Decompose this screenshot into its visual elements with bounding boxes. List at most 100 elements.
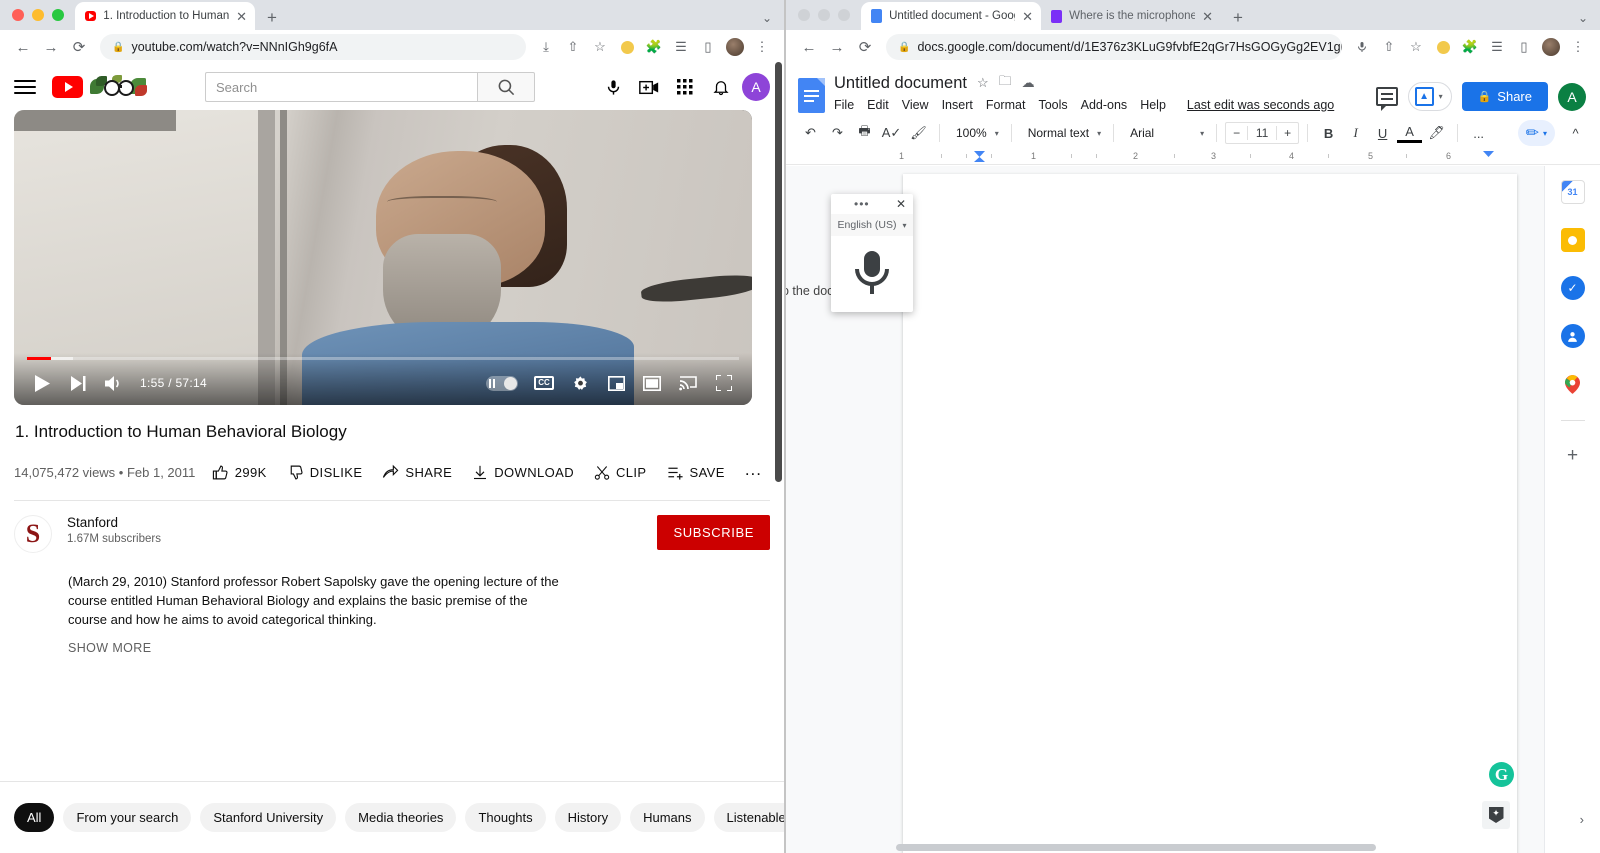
text-color-button[interactable]: A bbox=[1397, 123, 1423, 143]
font-size-increase[interactable]: + bbox=[1277, 126, 1298, 140]
google-tasks-icon[interactable]: ✓ bbox=[1560, 276, 1585, 300]
avatar[interactable]: A bbox=[742, 73, 770, 101]
channel-name[interactable]: Stanford bbox=[67, 515, 161, 530]
tab-close-icon[interactable]: ✕ bbox=[236, 10, 247, 23]
zoom-select[interactable]: 100% ▾ bbox=[948, 121, 1003, 145]
chip-media-theories[interactable]: Media theories bbox=[345, 803, 457, 832]
chip-thoughts[interactable]: Thoughts bbox=[465, 803, 546, 832]
maximize-window-button[interactable] bbox=[838, 9, 850, 21]
docs-window-traffic-lights[interactable] bbox=[786, 9, 861, 30]
chip-listenable[interactable]: Listenable bbox=[713, 803, 784, 832]
profile-avatar-icon[interactable] bbox=[1539, 35, 1563, 59]
move-to-folder-icon[interactable]: 🗀 bbox=[999, 72, 1012, 94]
tab-list-chevron-down-icon[interactable]: ⌄ bbox=[762, 11, 772, 25]
menu-addons[interactable]: Add-ons bbox=[1081, 98, 1128, 112]
share-button[interactable]: 🔒 Share bbox=[1461, 82, 1548, 111]
tab-close-icon[interactable]: ✕ bbox=[1022, 10, 1033, 23]
reading-list-icon[interactable]: ☰ bbox=[1485, 35, 1509, 59]
document-page[interactable] bbox=[903, 174, 1517, 853]
left-indent-marker[interactable] bbox=[974, 151, 985, 157]
first-line-indent-marker[interactable] bbox=[974, 157, 985, 162]
bookmark-star-icon[interactable]: ☆ bbox=[1404, 35, 1428, 59]
google-keep-icon[interactable] bbox=[1560, 228, 1585, 252]
extensions-puzzle-icon[interactable]: 🧩 bbox=[642, 35, 666, 59]
theater-mode-icon[interactable] bbox=[634, 365, 670, 401]
present-button[interactable]: ▲ ▾ bbox=[1407, 82, 1452, 111]
chip-humans[interactable]: Humans bbox=[630, 803, 705, 832]
volume-button[interactable] bbox=[96, 365, 132, 401]
install-icon[interactable]: ⤓ bbox=[534, 35, 558, 59]
youtube-vertical-scrollbar[interactable] bbox=[775, 62, 782, 482]
add-on-plus-icon[interactable]: + bbox=[1567, 445, 1578, 467]
extension-honey-icon[interactable] bbox=[615, 35, 639, 59]
back-button[interactable]: ← bbox=[10, 34, 36, 60]
voice-typing-popup[interactable]: ••• ✕ English (US) ▾ bbox=[831, 194, 913, 312]
more-actions-button[interactable]: ... bbox=[737, 454, 770, 490]
font-size-value[interactable]: 11 bbox=[1247, 126, 1278, 140]
share-button[interactable]: SHARE bbox=[374, 458, 460, 487]
cast-icon[interactable] bbox=[670, 365, 706, 401]
search-box[interactable] bbox=[205, 72, 535, 102]
side-panel-icon[interactable]: ▯ bbox=[1512, 35, 1536, 59]
youtube-apps-icon[interactable] bbox=[670, 72, 700, 102]
extension-honey-icon[interactable] bbox=[1431, 35, 1455, 59]
window-traffic-lights[interactable] bbox=[0, 9, 75, 30]
back-button[interactable]: ← bbox=[796, 34, 822, 60]
gear-icon[interactable] bbox=[562, 365, 598, 401]
dislike-button[interactable]: DISLIKE bbox=[279, 458, 371, 487]
minimize-window-button[interactable] bbox=[32, 9, 44, 21]
fullscreen-icon[interactable] bbox=[706, 365, 742, 401]
share-icon[interactable]: ⇧ bbox=[1377, 35, 1401, 59]
side-panel-icon[interactable]: ▯ bbox=[696, 35, 720, 59]
underline-button[interactable]: U bbox=[1370, 121, 1395, 146]
more-options-icon[interactable]: ••• bbox=[854, 197, 870, 211]
next-video-button[interactable] bbox=[60, 365, 96, 401]
microphone-icon[interactable] bbox=[598, 72, 628, 102]
undo-icon[interactable]: ↶ bbox=[798, 121, 823, 146]
subscribe-button[interactable]: SUBSCRIBE bbox=[657, 515, 770, 550]
clip-button[interactable]: CLIP bbox=[586, 458, 655, 487]
microphone-icon[interactable] bbox=[1350, 35, 1374, 59]
explore-button[interactable] bbox=[1482, 801, 1510, 829]
sidebar-expand-chevron-icon[interactable]: › bbox=[1580, 812, 1584, 827]
chrome-menu-icon[interactable]: ⋮ bbox=[1566, 35, 1590, 59]
channel-avatar[interactable]: S bbox=[14, 515, 52, 553]
spellcheck-icon[interactable]: A✓ bbox=[879, 121, 904, 146]
like-button[interactable]: 299K bbox=[204, 458, 275, 487]
menu-edit[interactable]: Edit bbox=[867, 98, 889, 112]
download-button[interactable]: DOWNLOAD bbox=[464, 458, 582, 487]
captions-icon[interactable]: CC bbox=[526, 365, 562, 401]
chip-all[interactable]: All bbox=[14, 803, 55, 832]
google-contacts-icon[interactable] bbox=[1560, 324, 1585, 348]
maximize-window-button[interactable] bbox=[52, 9, 64, 21]
italic-button[interactable]: I bbox=[1343, 121, 1368, 146]
highlighter-icon[interactable]: 🖊 bbox=[1424, 121, 1449, 146]
docs-horizontal-scrollbar[interactable] bbox=[896, 844, 1376, 851]
chip-history[interactable]: History bbox=[554, 803, 622, 832]
play-button[interactable] bbox=[24, 365, 60, 401]
show-more-button[interactable]: SHOW MORE bbox=[68, 641, 770, 655]
forward-button[interactable]: → bbox=[824, 34, 850, 60]
menu-help[interactable]: Help bbox=[1140, 98, 1166, 112]
menu-tools[interactable]: Tools bbox=[1038, 98, 1067, 112]
bold-button[interactable]: B bbox=[1316, 121, 1341, 146]
autoplay-toggle[interactable] bbox=[486, 375, 518, 391]
new-tab-button[interactable]: + bbox=[1221, 9, 1253, 30]
font-size-stepper[interactable]: − 11 + bbox=[1225, 122, 1300, 144]
extensions-puzzle-icon[interactable]: 🧩 bbox=[1458, 35, 1482, 59]
document-title[interactable]: Untitled document bbox=[834, 74, 967, 93]
google-docs-icon[interactable] bbox=[798, 78, 825, 113]
search-input[interactable] bbox=[205, 72, 477, 102]
menu-file[interactable]: File bbox=[834, 98, 854, 112]
hamburger-icon[interactable] bbox=[14, 80, 36, 94]
edit-mode-button[interactable]: ✏ ▾ bbox=[1517, 120, 1555, 146]
profile-avatar-icon[interactable] bbox=[723, 35, 747, 59]
menu-view[interactable]: View bbox=[902, 98, 929, 112]
grammarly-icon[interactable]: G bbox=[1489, 762, 1514, 787]
google-maps-icon[interactable] bbox=[1561, 372, 1585, 396]
google-calendar-icon[interactable]: 31 bbox=[1560, 180, 1585, 204]
font-size-decrease[interactable]: − bbox=[1226, 126, 1247, 140]
docs-document-canvas[interactable]: o the docu ••• ✕ English (US) ▾ bbox=[786, 166, 1600, 853]
minimize-window-button[interactable] bbox=[818, 9, 830, 21]
close-icon[interactable]: ✕ bbox=[896, 197, 906, 211]
